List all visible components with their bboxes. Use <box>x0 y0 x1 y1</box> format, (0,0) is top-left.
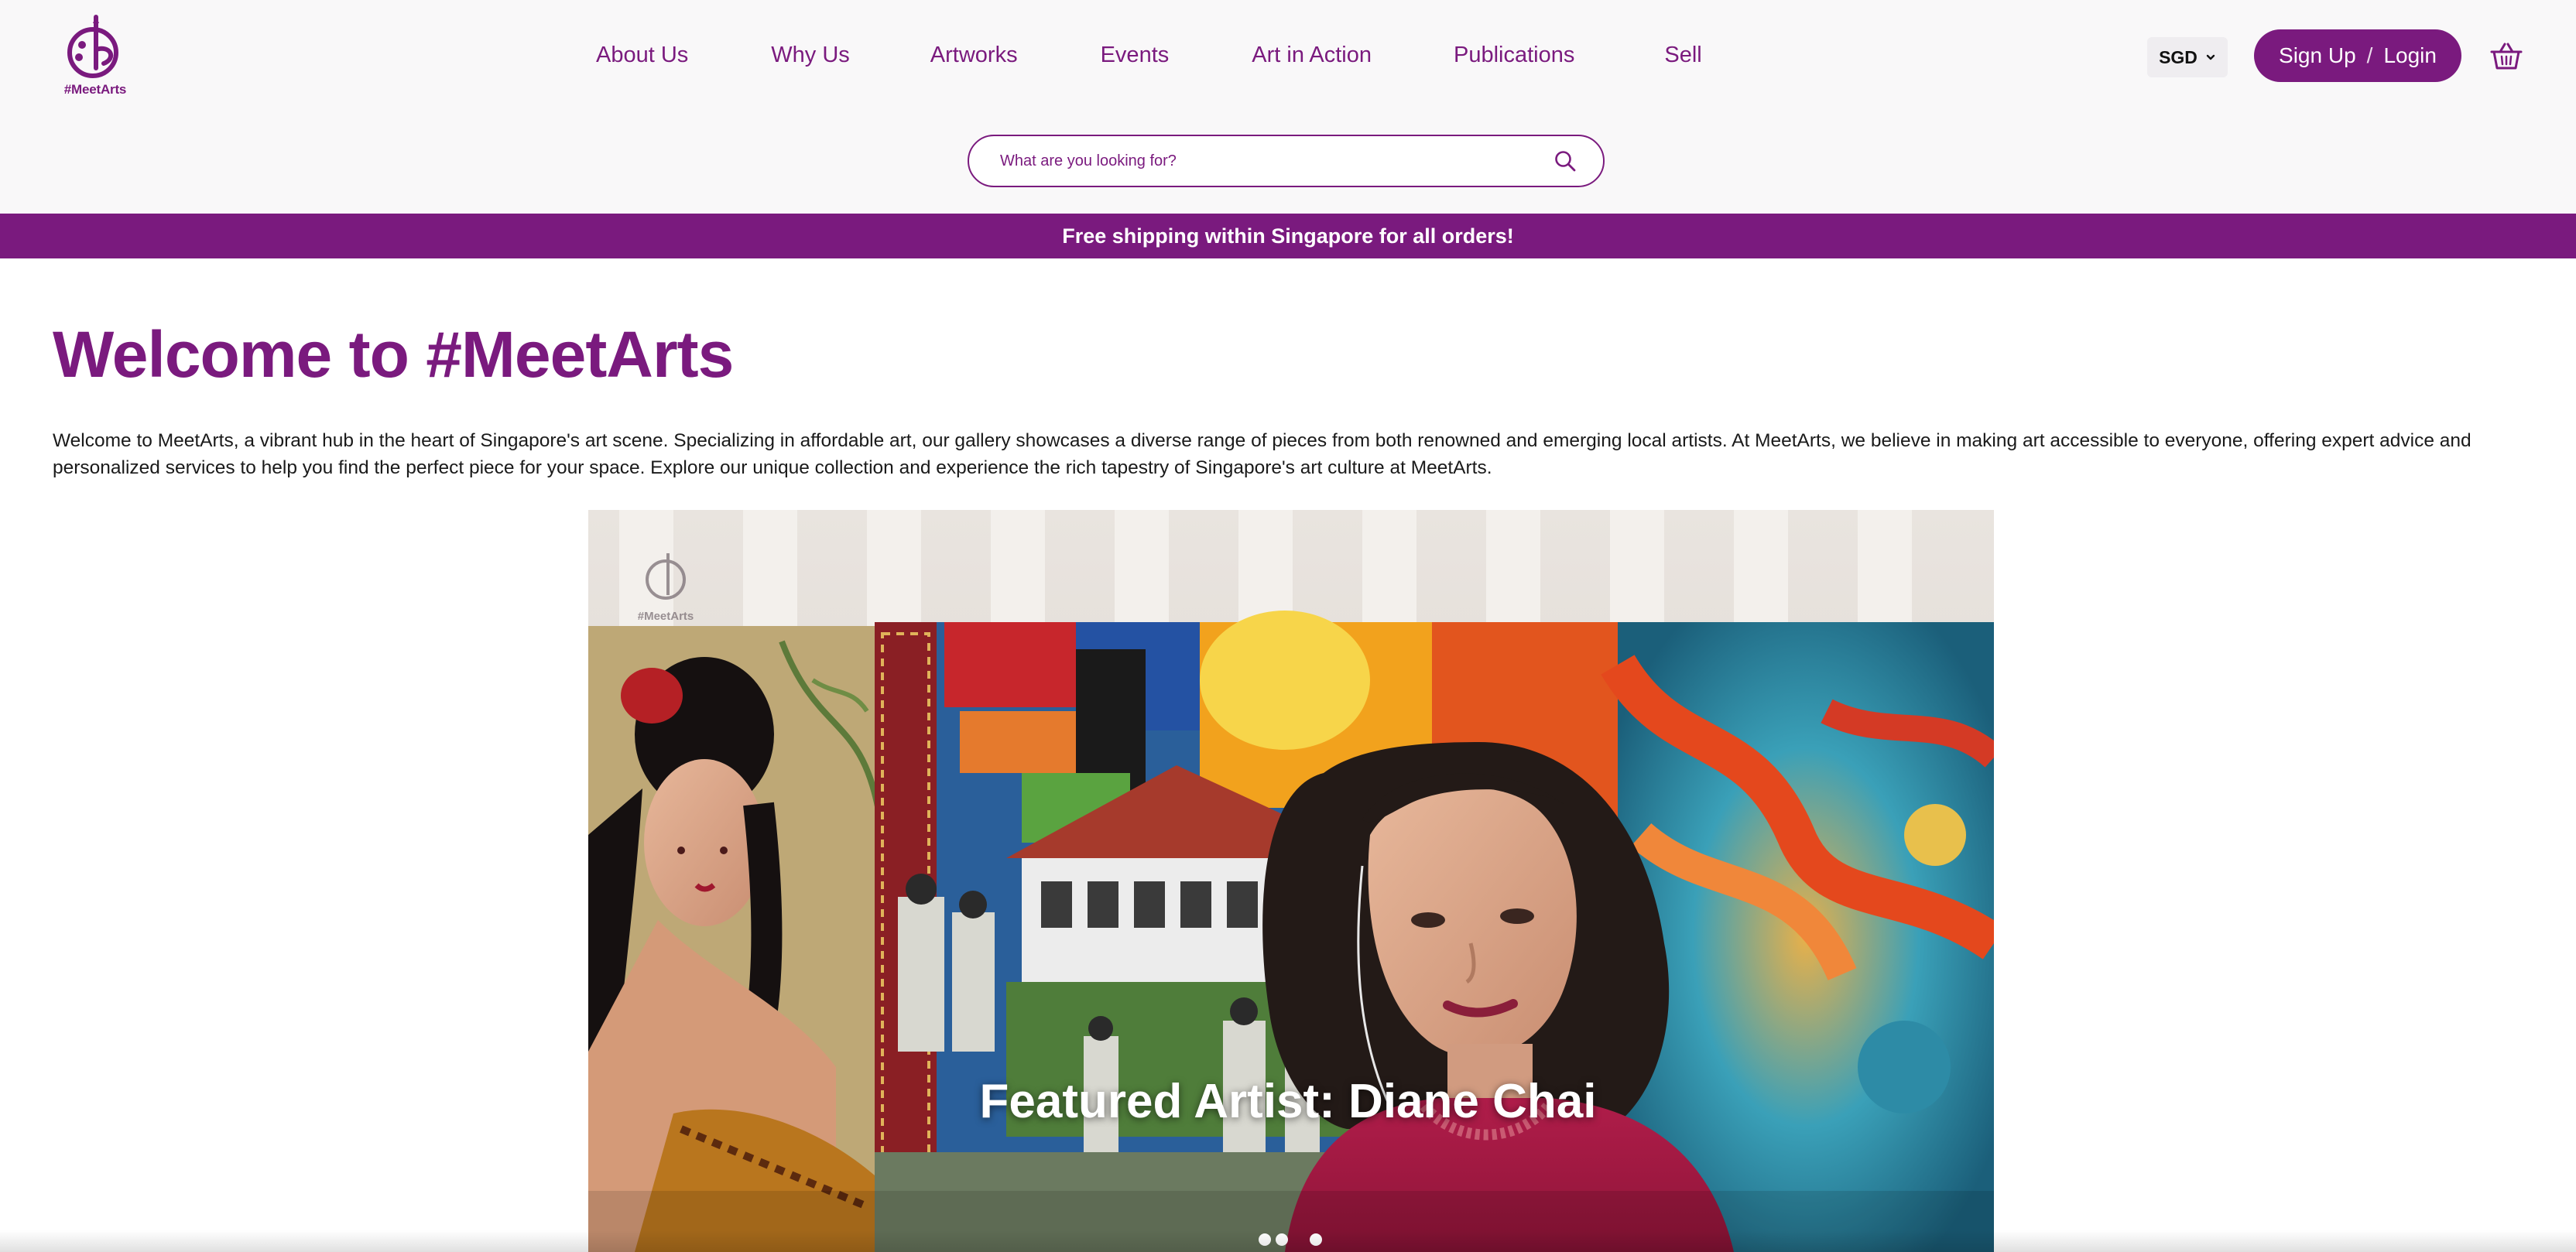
search-icon[interactable] <box>1553 149 1577 173</box>
nav-item-events[interactable]: Events <box>1101 43 1170 68</box>
intro-paragraph: Welcome to MeetArts, a vibrant hub in th… <box>53 430 2472 478</box>
page-title: Welcome to #MeetArts <box>53 318 734 391</box>
signup-label: Sign Up <box>2279 43 2356 67</box>
bottom-shadow <box>0 1230 2576 1252</box>
nav-item-about-us[interactable]: About Us <box>596 43 688 68</box>
brand-logo[interactable]: #MeetArts <box>60 14 130 101</box>
nav-item-artworks[interactable]: Artworks <box>930 43 1018 68</box>
nav-item-art-in-action[interactable]: Art in Action <box>1252 43 1372 68</box>
search-input[interactable] <box>1000 152 1553 170</box>
basket-icon[interactable] <box>2489 40 2523 71</box>
auth-separator: / <box>2366 43 2373 67</box>
promo-banner: Free shipping within Singapore for all o… <box>0 214 2576 258</box>
main-nav: About Us Why Us Artworks Events Art in A… <box>573 36 1702 74</box>
chevron-down-icon <box>2206 54 2215 60</box>
nav-item-why-us[interactable]: Why Us <box>771 43 850 68</box>
currency-selector[interactable]: SGD <box>2147 37 2228 77</box>
logo-text: #MeetArts <box>63 82 127 97</box>
hero-caption: Featured Artist: Diane Chai <box>979 1075 1597 1128</box>
palette-logo-icon <box>67 15 118 78</box>
login-label: Login <box>2383 43 2437 67</box>
svg-text:#MeetArts: #MeetArts <box>638 610 694 623</box>
signup-login-button[interactable]: Sign Up / Login <box>2254 29 2461 82</box>
hero-carousel[interactable]: #MeetArts <box>588 510 1994 1252</box>
currency-value: SGD <box>2159 46 2197 67</box>
nav-item-publications[interactable]: Publications <box>1454 43 1574 68</box>
site-header: #MeetArts About Us Why Us Artworks Event… <box>0 0 2576 214</box>
promo-banner-text: Free shipping within Singapore for all o… <box>1062 224 1514 248</box>
nav-item-sell[interactable]: Sell <box>1664 43 1701 68</box>
search-bar <box>968 135 1605 187</box>
hero-video-frame: #MeetArts <box>588 510 1994 1252</box>
